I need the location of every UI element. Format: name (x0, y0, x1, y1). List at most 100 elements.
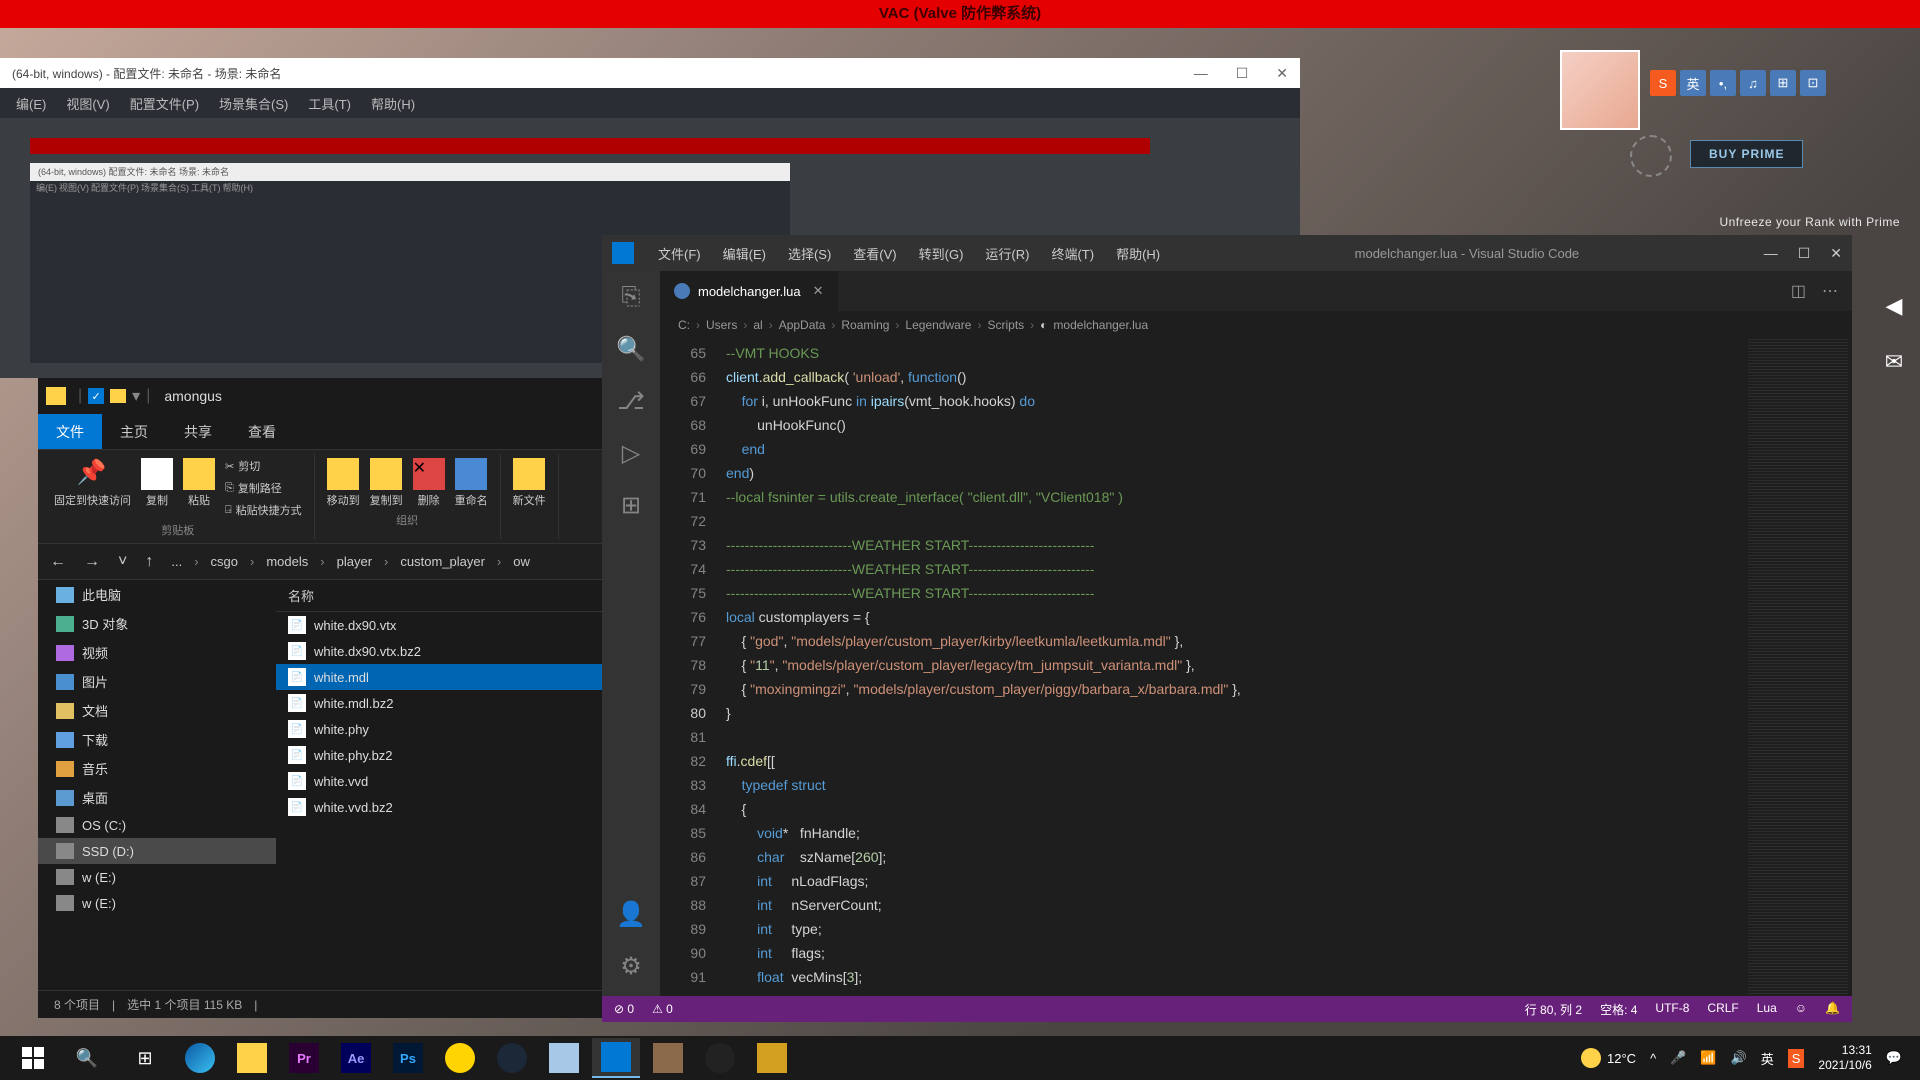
ime-logo[interactable]: S (1650, 70, 1676, 96)
menu-scenes[interactable]: 场景集合(S) (211, 90, 296, 117)
obs-app[interactable] (696, 1038, 744, 1078)
copyto-button[interactable]: 复制到 (368, 456, 405, 510)
paste-button[interactable]: 粘贴 (181, 456, 217, 520)
avatar[interactable] (1560, 50, 1640, 130)
column-header[interactable]: 名称 (276, 580, 602, 612)
menu-edit[interactable]: 编辑(E) (713, 240, 776, 267)
close-button[interactable]: ✕ (1276, 65, 1288, 82)
vscode-titlebar[interactable]: 文件(F) 编辑(E) 选择(S) 查看(V) 转到(G) 运行(R) 终端(T… (602, 235, 1852, 271)
bell-icon[interactable]: 🔔 (1825, 1001, 1840, 1018)
sidebar-documents[interactable]: 文档 (38, 696, 276, 725)
menu-edit[interactable]: 编(E) (8, 90, 54, 117)
ime-lang[interactable]: 英 (1761, 1049, 1774, 1068)
photoshop-app[interactable]: Ps (384, 1038, 432, 1078)
ime-audio[interactable]: ♫ (1740, 70, 1766, 96)
notification-icon[interactable]: 💬 (1886, 1050, 1902, 1066)
menu-file[interactable]: 文件(F) (648, 240, 711, 267)
menu-terminal[interactable]: 终端(T) (1041, 240, 1104, 267)
sidebar-music[interactable]: 音乐 (38, 754, 276, 783)
search-icon[interactable]: 🔍 (72, 1043, 102, 1073)
sidebar-ssd[interactable]: SSD (D:) (38, 838, 276, 864)
scm-icon[interactable]: ⎇ (617, 387, 645, 415)
tab-view[interactable]: 查看 (230, 414, 294, 449)
notes-app[interactable] (540, 1038, 588, 1078)
cursor-position[interactable]: 行 80, 列 2 (1525, 1001, 1582, 1018)
sfm-titlebar[interactable]: (64-bit, windows) - 配置文件: 未命名 - 场景: 未命名 … (0, 58, 1300, 88)
code-content[interactable]: --VMT HOOKSclient.add_callback( 'unload'… (726, 339, 1742, 996)
menu-view[interactable]: 查看(V) (843, 240, 906, 267)
tab-share[interactable]: 共享 (166, 414, 230, 449)
sidebar-pc[interactable]: 此电脑 (38, 580, 276, 609)
sidebar-pictures[interactable]: 图片 (38, 667, 276, 696)
sidebar-we2[interactable]: w (E:) (38, 890, 276, 916)
ime-icon[interactable]: S (1788, 1049, 1805, 1068)
wifi-icon[interactable]: 📶 (1700, 1050, 1716, 1066)
feedback-icon[interactable]: ☺ (1795, 1001, 1807, 1018)
mic-icon[interactable]: 🎤 (1670, 1050, 1686, 1066)
pin-button[interactable]: 📌固定到快速访问 (52, 456, 133, 520)
moveto-button[interactable]: 移动到 (325, 456, 362, 510)
file-row[interactable]: 📄white.dx90.vtx (276, 612, 602, 638)
edge-app[interactable] (176, 1038, 224, 1078)
sidebar-3d[interactable]: 3D 对象 (38, 609, 276, 638)
menu-help[interactable]: 帮助(H) (363, 90, 423, 117)
aftereffects-app[interactable]: Ae (332, 1038, 380, 1078)
file-row[interactable]: 📄white.phy.bz2 (276, 742, 602, 768)
ime-keyboard[interactable]: ⊞ (1770, 70, 1796, 96)
breadcrumbs[interactable]: C:› Users› al› AppData› Roaming› Legendw… (660, 311, 1852, 339)
encoding[interactable]: UTF-8 (1655, 1001, 1689, 1018)
hammer-app[interactable] (644, 1038, 692, 1078)
ime-lang[interactable]: 英 (1680, 70, 1706, 96)
buy-prime-button[interactable]: BUY PRIME (1690, 140, 1803, 168)
ime-more[interactable]: ⊡ (1800, 70, 1826, 96)
sidebar-desktop[interactable]: 桌面 (38, 783, 276, 812)
indent-info[interactable]: 空格: 4 (1600, 1001, 1637, 1018)
clock[interactable]: 13:31 2021/10/6 (1818, 1043, 1871, 1073)
copypath-button[interactable]: ⎘复制路径 (223, 478, 304, 498)
search-icon[interactable]: 🔍 (617, 335, 645, 363)
code-editor[interactable]: 6566676869707172737475767778798081828384… (660, 339, 1852, 996)
warnings-count[interactable]: ⚠ 0 (652, 1002, 673, 1016)
weather-widget[interactable]: 12°C (1581, 1048, 1636, 1068)
vscode-app[interactable] (592, 1038, 640, 1078)
menu-run[interactable]: 运行(R) (975, 240, 1039, 267)
delete-button[interactable]: ✕删除 (411, 456, 447, 510)
volume-icon[interactable]: 🔊 (1731, 1050, 1747, 1066)
tab-file[interactable]: 文件 (38, 414, 102, 449)
menu-go[interactable]: 转到(G) (909, 240, 974, 267)
menu-selection[interactable]: 选择(S) (778, 240, 841, 267)
start-button[interactable] (22, 1047, 44, 1069)
file-row[interactable]: 📄white.dx90.vtx.bz2 (276, 638, 602, 664)
pasteshortcut-button[interactable]: ⍈粘贴快捷方式 (223, 500, 304, 520)
tab-close-icon[interactable]: ✕ (813, 283, 824, 299)
ime-punct[interactable]: •, (1710, 70, 1736, 96)
app-yellow[interactable] (436, 1038, 484, 1078)
minimize-button[interactable]: — (1764, 245, 1778, 262)
sidebar-video[interactable]: 视频 (38, 638, 276, 667)
csgo-app[interactable] (748, 1038, 796, 1078)
settings-icon[interactable]: ⚙ (617, 952, 645, 980)
file-row[interactable]: 📄white.mdl.bz2 (276, 690, 602, 716)
extensions-icon[interactable]: ⊞ (617, 491, 645, 519)
copy-button[interactable]: 复制 (139, 456, 175, 520)
expand-icon[interactable]: ◀ (1878, 290, 1910, 322)
menu-view[interactable]: 视图(V) (58, 90, 117, 117)
tab-modelchanger[interactable]: modelchanger.lua ✕ (660, 271, 838, 311)
split-editor-icon[interactable]: ◫ (1791, 281, 1806, 301)
tray-chevron[interactable]: ^ (1650, 1051, 1656, 1066)
explorer-icon[interactable]: ⎘ (617, 283, 645, 311)
nav-forward[interactable]: → (80, 549, 104, 575)
file-row[interactable]: 📄white.mdl (276, 664, 602, 690)
newfile-button[interactable]: 新文件 (511, 456, 548, 510)
eol[interactable]: CRLF (1707, 1001, 1738, 1018)
explorer-app[interactable] (228, 1038, 276, 1078)
maximize-button[interactable]: ☐ (1798, 245, 1811, 262)
file-row[interactable]: 📄white.phy (276, 716, 602, 742)
menu-help[interactable]: 帮助(H) (1106, 240, 1170, 267)
account-icon[interactable]: 👤 (617, 900, 645, 928)
sidebar-we1[interactable]: w (E:) (38, 864, 276, 890)
nav-recent[interactable]: ˅ (114, 549, 131, 575)
nav-back[interactable]: ← (46, 549, 70, 575)
mail-icon[interactable]: ✉ (1878, 346, 1910, 378)
close-button[interactable]: ✕ (1830, 245, 1842, 262)
